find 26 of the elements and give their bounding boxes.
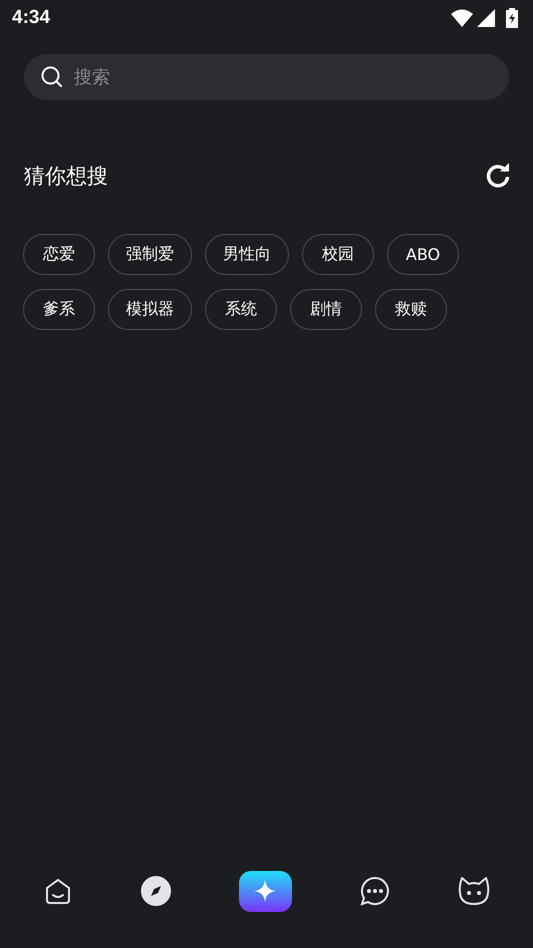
tag-chip[interactable]: 男性向: [205, 234, 289, 275]
battery-charging-icon: [505, 8, 519, 28]
tag-chip[interactable]: 强制爱: [108, 234, 192, 275]
status-time: 4:34: [12, 7, 50, 29]
wifi-icon: [451, 9, 473, 27]
signal-icon: [477, 9, 495, 27]
nav-tab[interactable]: [140, 875, 172, 907]
tag-chip[interactable]: 恋爱: [23, 234, 95, 275]
search-field[interactable]: 搜索: [24, 54, 509, 100]
cat-face-icon: [458, 876, 490, 906]
nav-tab[interactable]: [358, 875, 391, 907]
tag-chip[interactable]: 系统: [205, 289, 277, 330]
tag-chip[interactable]: 救赎: [375, 289, 447, 330]
create-button[interactable]: [238, 870, 292, 912]
nav-tab[interactable]: [458, 876, 490, 906]
tag-chip[interactable]: 校园: [302, 234, 374, 275]
compass-icon: [140, 875, 172, 907]
tag-chip[interactable]: 剧情: [290, 289, 362, 330]
chat-icon: [358, 875, 391, 907]
refresh-button[interactable]: [485, 163, 511, 189]
sparkle-icon: [253, 879, 278, 903]
section-title: 猜你想搜: [24, 163, 108, 190]
tag-chip[interactable]: ABO: [387, 234, 459, 275]
refresh-icon: [485, 163, 511, 189]
tag-chip[interactable]: 爹系: [23, 289, 95, 330]
tag-chip[interactable]: 模拟器: [108, 289, 192, 330]
